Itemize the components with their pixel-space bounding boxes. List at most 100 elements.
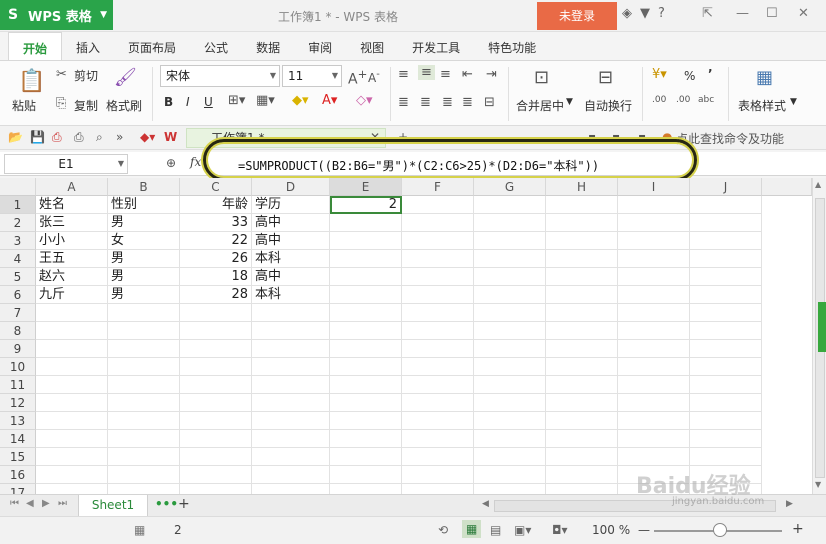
cell-a2[interactable]: 张三 — [36, 214, 108, 232]
minimize-icon[interactable]: — — [736, 6, 749, 21]
row-header-8[interactable]: 8 — [0, 322, 36, 340]
cell-e16[interactable] — [330, 466, 402, 484]
cell-j7[interactable] — [690, 304, 762, 322]
column-header-i[interactable]: I — [618, 178, 690, 196]
cell-j11[interactable] — [690, 376, 762, 394]
row-header-12[interactable]: 12 — [0, 394, 36, 412]
cell-f15[interactable] — [402, 448, 474, 466]
cell-g3[interactable] — [474, 232, 546, 250]
indent-decrease-icon[interactable]: ⇤ — [462, 67, 473, 82]
cell-h10[interactable] — [546, 358, 618, 376]
cell-f13[interactable] — [402, 412, 474, 430]
column-header-g[interactable]: G — [474, 178, 546, 196]
cell-e10[interactable] — [330, 358, 402, 376]
cell-h3[interactable] — [546, 232, 618, 250]
more-icon[interactable]: » — [116, 130, 123, 144]
cell-g17[interactable] — [474, 484, 546, 494]
format-painter-button[interactable]: 格式刷 — [106, 97, 142, 114]
cell-c7[interactable] — [180, 304, 252, 322]
preview-icon[interactable]: ⌕ — [96, 130, 103, 145]
cell-j15[interactable] — [690, 448, 762, 466]
add-sheet-button[interactable]: + — [178, 496, 190, 512]
cell-a9[interactable] — [36, 340, 108, 358]
cell-b15[interactable] — [108, 448, 180, 466]
cell-g8[interactable] — [474, 322, 546, 340]
cell-d5[interactable]: 高中 — [252, 268, 330, 286]
comma-button[interactable]: ’ — [708, 67, 713, 81]
cell-e13[interactable] — [330, 412, 402, 430]
clear-format-icon[interactable]: ◇▾ — [356, 93, 373, 108]
cell-f1[interactable] — [402, 196, 474, 214]
cell-e14[interactable] — [330, 430, 402, 448]
sheet-tab-sheet1[interactable]: Sheet1 — [78, 495, 148, 517]
column-header-a[interactable]: A — [36, 178, 108, 196]
cell-b12[interactable] — [108, 394, 180, 412]
justify-icon[interactable]: ≣ — [462, 95, 473, 110]
zoom-out-icon[interactable]: — — [638, 523, 650, 537]
chevron-down-icon[interactable]: ▼ — [566, 97, 573, 107]
grow-font-icon[interactable]: A+ — [348, 67, 367, 88]
cell-h9[interactable] — [546, 340, 618, 358]
cell-c15[interactable] — [180, 448, 252, 466]
tab-view[interactable]: 视图 — [346, 32, 398, 60]
cell-e1[interactable]: 2 — [330, 196, 402, 214]
column-header-e[interactable]: E — [330, 178, 402, 196]
cell-j10[interactable] — [690, 358, 762, 376]
cell-d16[interactable] — [252, 466, 330, 484]
tab-insert[interactable]: 插入 — [62, 32, 114, 60]
cell-b13[interactable] — [108, 412, 180, 430]
cell-g11[interactable] — [474, 376, 546, 394]
increase-decimal-icon[interactable]: .00 — [652, 95, 666, 105]
cell-i10[interactable] — [618, 358, 690, 376]
cell-g15[interactable] — [474, 448, 546, 466]
cell-j1[interactable] — [690, 196, 762, 214]
cell-f4[interactable] — [402, 250, 474, 268]
cell-c10[interactable] — [180, 358, 252, 376]
cell-d11[interactable] — [252, 376, 330, 394]
cell-e5[interactable] — [330, 268, 402, 286]
page-layout-view-icon[interactable]: ▣▾ — [514, 523, 531, 537]
cell-j4[interactable] — [690, 250, 762, 268]
cell-j13[interactable] — [690, 412, 762, 430]
cell-e8[interactable] — [330, 322, 402, 340]
row-header-16[interactable]: 16 — [0, 466, 36, 484]
cell-j2[interactable] — [690, 214, 762, 232]
cell-b3[interactable]: 女 — [108, 232, 180, 250]
indent-increase-icon[interactable]: ⇥ — [486, 67, 497, 82]
cell-i11[interactable] — [618, 376, 690, 394]
chevron-down-icon[interactable]: ▼ — [790, 97, 797, 107]
row-header-11[interactable]: 11 — [0, 376, 36, 394]
cell-b1[interactable]: 性别 — [108, 196, 180, 214]
border-icon[interactable]: ⊞▾ — [228, 93, 245, 108]
distribute-icon[interactable]: ⊟ — [484, 95, 495, 110]
cell-h4[interactable] — [546, 250, 618, 268]
maximize-icon[interactable]: ☐ — [766, 6, 778, 21]
cell-a6[interactable]: 九斤 — [36, 286, 108, 304]
align-top-icon[interactable]: ≡ — [398, 67, 409, 82]
row-header-10[interactable]: 10 — [0, 358, 36, 376]
cell-a12[interactable] — [36, 394, 108, 412]
tab-formulas[interactable]: 公式 — [190, 32, 242, 60]
cell-i4[interactable] — [618, 250, 690, 268]
cell-c12[interactable] — [180, 394, 252, 412]
cell-e15[interactable] — [330, 448, 402, 466]
row-header-1[interactable]: 1 — [0, 196, 36, 214]
cell-h16[interactable] — [546, 466, 618, 484]
cell-c9[interactable] — [180, 340, 252, 358]
cell-h1[interactable] — [546, 196, 618, 214]
cell-i2[interactable] — [618, 214, 690, 232]
cell-c17[interactable] — [180, 484, 252, 494]
table-style-icon[interactable]: ▦ — [756, 67, 773, 88]
close-icon[interactable]: ✕ — [798, 6, 809, 21]
cell-f3[interactable] — [402, 232, 474, 250]
cell-h6[interactable] — [546, 286, 618, 304]
cell-f16[interactable] — [402, 466, 474, 484]
currency-icon[interactable]: ¥▾ — [652, 67, 667, 82]
cell-f17[interactable] — [402, 484, 474, 494]
save-icon[interactable]: 💾 — [30, 130, 45, 144]
tab-review[interactable]: 审阅 — [294, 32, 346, 60]
cell-c11[interactable] — [180, 376, 252, 394]
underline-button[interactable]: U — [204, 95, 213, 109]
scissors-icon[interactable]: ✂ — [56, 67, 67, 82]
page-break-view-icon[interactable]: ▤ — [490, 523, 501, 537]
